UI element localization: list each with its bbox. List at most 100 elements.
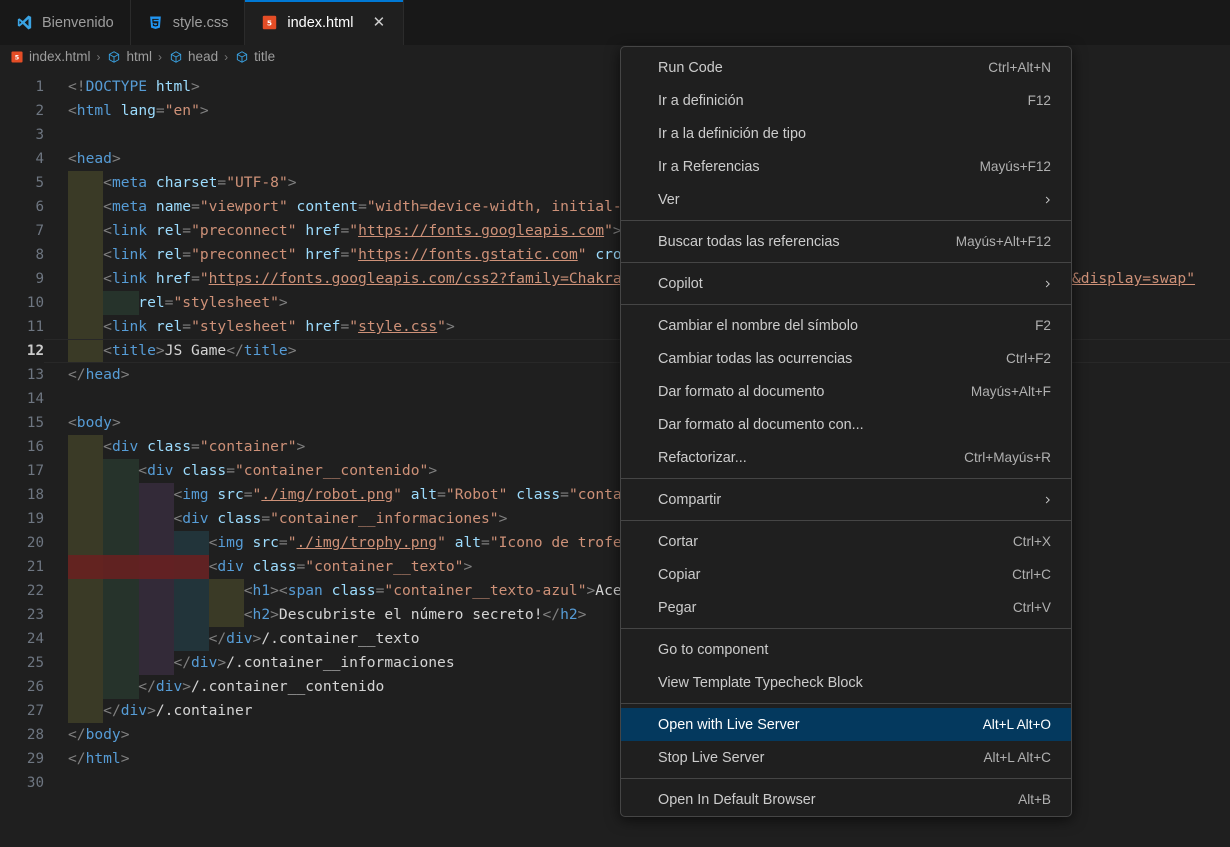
menu-item-stop-live-server[interactable]: Stop Live Server Alt+L Alt+C xyxy=(621,741,1071,774)
menu-separator xyxy=(621,778,1071,779)
menu-item-shortcut: Mayús+Alt+F12 xyxy=(955,234,1051,249)
menu-item-label: Ver xyxy=(658,191,680,208)
line-number[interactable]: 25 xyxy=(0,651,44,675)
code-text: <title>JS Game</title> xyxy=(103,342,297,359)
menu-item-go-to-component[interactable]: Go to component xyxy=(621,633,1071,666)
menu-item-label: Cambiar el nombre del símbolo xyxy=(658,317,858,334)
menu-separator xyxy=(621,520,1071,521)
code-text: <div class="container__texto"> xyxy=(208,558,473,575)
line-number[interactable]: 17 xyxy=(0,459,44,483)
line-number[interactable]: 30 xyxy=(0,771,44,795)
line-number[interactable]: 4 xyxy=(0,147,44,171)
breadcrumb-item-html[interactable]: html xyxy=(107,49,152,64)
code-text: </html> xyxy=(68,750,130,767)
tab-index-html[interactable]: 5 index.html ✕ xyxy=(245,0,405,45)
breadcrumb-item-title[interactable]: title xyxy=(234,49,275,64)
menu-separator xyxy=(621,628,1071,629)
line-number[interactable]: 13 xyxy=(0,363,44,387)
line-number[interactable]: 5 xyxy=(0,171,44,195)
menu-separator xyxy=(621,703,1071,704)
code-text: </div>/.container__informaciones xyxy=(173,654,455,671)
line-number[interactable]: 12 xyxy=(0,339,44,363)
editor-context-menu[interactable]: Run Code Ctrl+Alt+N Ir a definición F12 Ir a… xyxy=(620,46,1072,817)
code-text: <head> xyxy=(68,150,121,167)
line-number[interactable]: 15 xyxy=(0,411,44,435)
line-number[interactable]: 3 xyxy=(0,123,44,147)
chevron-right-icon: › xyxy=(96,49,101,64)
breadcrumb-item-file[interactable]: 5 index.html xyxy=(9,49,91,64)
line-number[interactable]: 8 xyxy=(0,243,44,267)
menu-item-buscar-todas-las-referencias[interactable]: Buscar todas las referencias Mayús+Alt+F1… xyxy=(621,225,1071,258)
line-number[interactable]: 14 xyxy=(0,387,44,411)
menu-item-shortcut: Alt+L Alt+C xyxy=(983,750,1051,765)
breadcrumb-item-head[interactable]: head xyxy=(168,49,218,64)
menu-item-ir-a-referencias[interactable]: Ir a Referencias Mayús+F12 xyxy=(621,150,1071,183)
menu-item-shortcut: Mayús+Alt+F xyxy=(970,384,1051,399)
menu-item-dar-formato-al-documento-con[interactable]: Dar formato al documento con... xyxy=(621,408,1071,441)
menu-item-pegar[interactable]: Pegar Ctrl+V xyxy=(621,591,1071,624)
code-text: </div>/.container xyxy=(103,702,253,719)
code-text: <h2>Descubriste el número secreto!</h2> xyxy=(243,606,587,623)
chevron-right-icon xyxy=(1042,494,1053,505)
menu-item-ir-a-la-definici-n-de-tipo[interactable]: Ir a la definición de tipo xyxy=(621,117,1071,150)
menu-item-shortcut: Ctrl+Alt+N xyxy=(988,60,1051,75)
breadcrumb-label: index.html xyxy=(29,49,91,64)
line-number[interactable]: 1 xyxy=(0,75,44,99)
code-text: rel="stylesheet"> xyxy=(138,294,288,311)
line-number[interactable]: 7 xyxy=(0,219,44,243)
vscode-logo-icon xyxy=(16,14,33,31)
close-icon[interactable]: ✕ xyxy=(370,14,387,31)
menu-item-copilot[interactable]: Copilot xyxy=(621,267,1071,300)
tab-style-css[interactable]: style.css xyxy=(130,0,246,45)
line-number[interactable]: 6 xyxy=(0,195,44,219)
menu-item-shortcut: Alt+L Alt+O xyxy=(982,717,1051,732)
menu-item-refactorizar[interactable]: Refactorizar... Ctrl+Mayús+R xyxy=(621,441,1071,474)
line-number[interactable]: 10 xyxy=(0,291,44,315)
overflow-text: &display=swap" xyxy=(1072,270,1196,287)
line-number[interactable]: 21 xyxy=(0,555,44,579)
line-number[interactable]: 23 xyxy=(0,603,44,627)
chevron-right-icon xyxy=(1042,278,1053,289)
menu-item-label: Ir a definición xyxy=(658,92,744,109)
tab-label: style.css xyxy=(172,14,229,31)
menu-item-label: Run Code xyxy=(658,59,723,76)
html5-file-icon: 5 xyxy=(261,14,278,31)
menu-item-cambiar-el-nombre-del-s-mbolo[interactable]: Cambiar el nombre del símbolo F2 xyxy=(621,309,1071,342)
menu-item-ir-a-definici-n[interactable]: Ir a definición F12 xyxy=(621,84,1071,117)
menu-item-label: Refactorizar... xyxy=(658,449,747,466)
menu-item-cambiar-todas-las-ocurrencias[interactable]: Cambiar todas las ocurrencias Ctrl+F2 xyxy=(621,342,1071,375)
menu-item-label: Ir a Referencias xyxy=(658,158,760,175)
line-number[interactable]: 20 xyxy=(0,531,44,555)
line-number[interactable]: 11 xyxy=(0,315,44,339)
menu-item-dar-formato-al-documento[interactable]: Dar formato al documento Mayús+Alt+F xyxy=(621,375,1071,408)
line-number[interactable]: 24 xyxy=(0,627,44,651)
menu-item-ver[interactable]: Ver xyxy=(621,183,1071,216)
line-number[interactable]: 2 xyxy=(0,99,44,123)
menu-item-view-template-typecheck-block[interactable]: View Template Typecheck Block xyxy=(621,666,1071,699)
menu-item-open-in-default-browser[interactable]: Open In Default Browser Alt+B xyxy=(621,783,1071,816)
line-number[interactable]: 22 xyxy=(0,579,44,603)
line-number[interactable]: 29 xyxy=(0,747,44,771)
line-number[interactable]: 18 xyxy=(0,483,44,507)
menu-item-label: Dar formato al documento xyxy=(658,383,825,400)
menu-item-run-code[interactable]: Run Code Ctrl+Alt+N xyxy=(621,51,1071,84)
menu-item-label: Go to component xyxy=(658,641,769,658)
line-number[interactable]: 16 xyxy=(0,435,44,459)
menu-item-compartir[interactable]: Compartir xyxy=(621,483,1071,516)
line-number[interactable]: 9 xyxy=(0,267,44,291)
code-text: </body> xyxy=(68,726,130,743)
menu-item-cortar[interactable]: Cortar Ctrl+X xyxy=(621,525,1071,558)
menu-item-copiar[interactable]: Copiar Ctrl+C xyxy=(621,558,1071,591)
line-number[interactable]: 28 xyxy=(0,723,44,747)
menu-item-shortcut: Ctrl+Mayús+R xyxy=(964,450,1051,465)
line-number[interactable]: 26 xyxy=(0,675,44,699)
code-text: <body> xyxy=(68,414,121,431)
menu-separator xyxy=(621,262,1071,263)
line-number[interactable]: 19 xyxy=(0,507,44,531)
tab-bienvenido[interactable]: Bienvenido xyxy=(0,0,131,45)
symbol-field-icon xyxy=(107,49,122,64)
menu-item-label: Dar formato al documento con... xyxy=(658,416,864,433)
menu-item-open-with-live-server[interactable]: Open with Live Server Alt+L Alt+O xyxy=(621,708,1071,741)
svg-text:5: 5 xyxy=(14,53,19,61)
line-number[interactable]: 27 xyxy=(0,699,44,723)
